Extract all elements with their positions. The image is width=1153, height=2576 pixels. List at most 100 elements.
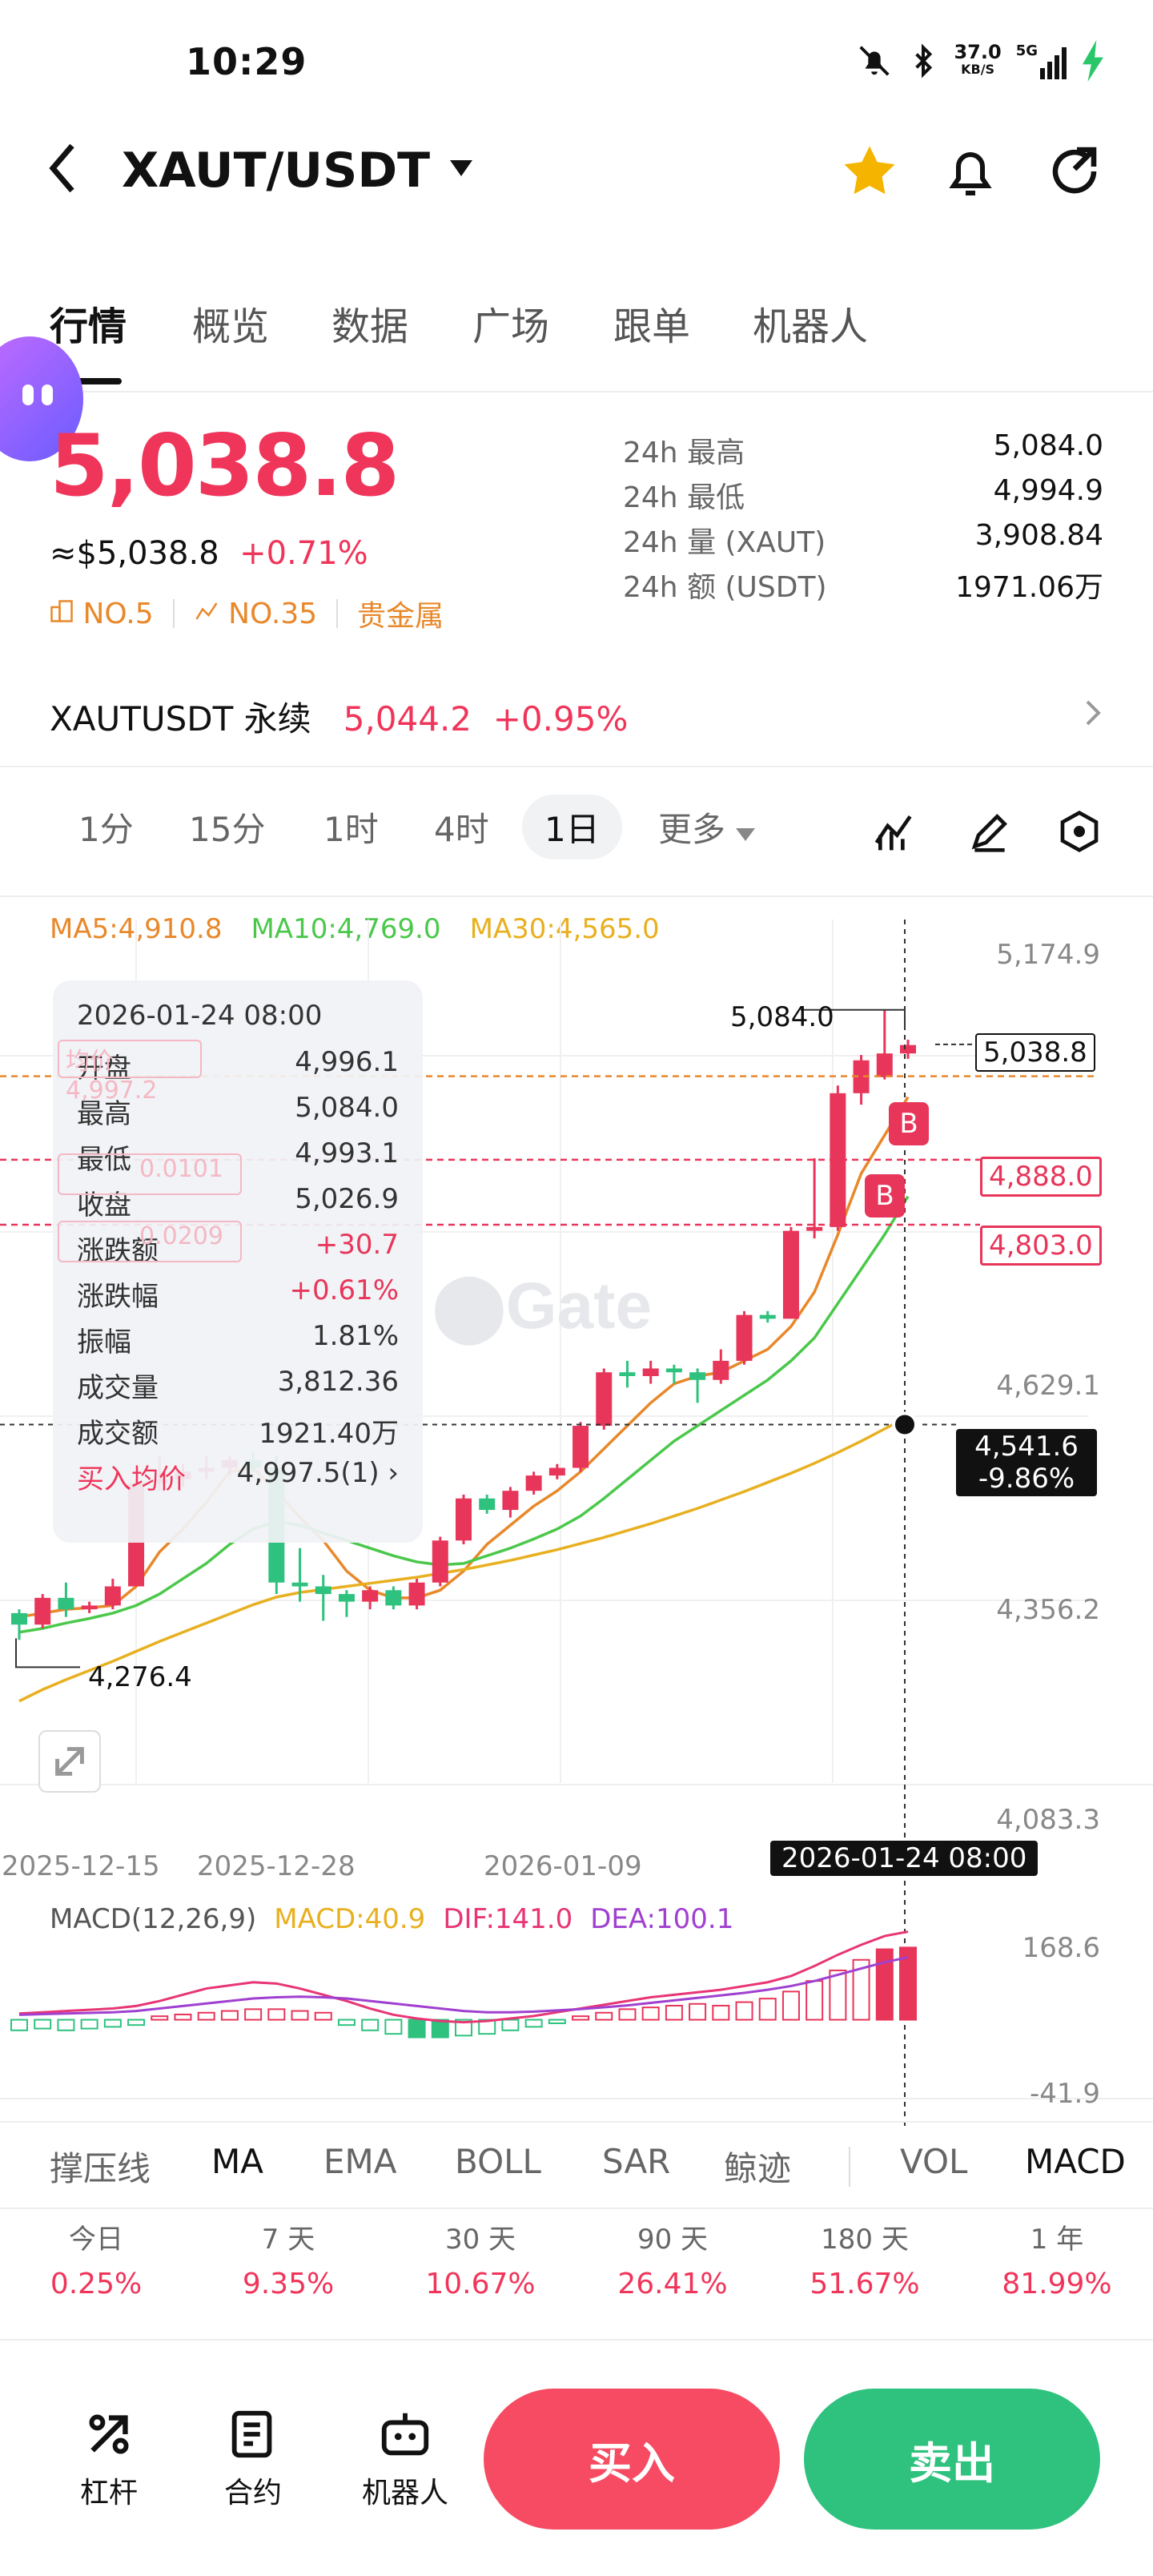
- stat-low: 24h 最低 4,994.9: [623, 474, 1103, 514]
- crosshair-date: 2026-01-24 08:00: [770, 1841, 1039, 1876]
- pair-title[interactable]: XAUT/USDT: [122, 143, 430, 199]
- interval-15m[interactable]: 15分: [189, 803, 265, 851]
- lever-icon: [89, 2414, 129, 2454]
- interval-1d[interactable]: 1日: [522, 795, 622, 859]
- tab-copytrade[interactable]: 跟单: [613, 295, 690, 351]
- candle-body: [525, 1475, 542, 1491]
- contract-button[interactable]: 合约: [205, 2406, 301, 2511]
- candle-body: [642, 1368, 659, 1377]
- hidden-order-label: 0.0101: [58, 1153, 242, 1195]
- tab-square[interactable]: 广场: [472, 295, 549, 351]
- crosshair-dot: [892, 1411, 918, 1438]
- settings-hex-icon[interactable]: [1057, 809, 1102, 854]
- macd-bar: [758, 1998, 777, 2021]
- macd-legend: MACD(12,26,9) MACD:40.9 DIF:141.0 DEA:10…: [50, 1903, 734, 1935]
- candle-body: [665, 1368, 682, 1373]
- tooltip-row: 振幅 1.81%: [77, 1320, 399, 1358]
- rank-badge[interactable]: NO.5: [50, 598, 154, 630]
- back-icon[interactable]: [48, 143, 77, 194]
- interval-more[interactable]: 更多: [658, 803, 756, 851]
- chevron-down-icon[interactable]: [450, 160, 472, 176]
- macd-bar: [361, 2019, 380, 2031]
- macd-bar: [524, 2019, 543, 2028]
- candle-body: [291, 1582, 308, 1587]
- macd-bar: [408, 2019, 426, 2039]
- charging-icon: [1083, 40, 1103, 82]
- high-mark: 5,084.0: [730, 1001, 834, 1033]
- macd-bar: [267, 2008, 286, 2021]
- buy-button[interactable]: 买入: [484, 2389, 780, 2530]
- rank-icon: [50, 599, 73, 622]
- indicator-tabs: 撑压线 MA EMA BOLL SAR 鲸迹 VOL MACD: [0, 2121, 1153, 2209]
- rank-tags: NO.5 NO.35 贵金属: [50, 593, 444, 634]
- candle-body: [502, 1491, 519, 1511]
- bell-icon[interactable]: [942, 141, 999, 202]
- divider: [0, 766, 1153, 767]
- ind-ema[interactable]: EMA: [323, 2142, 397, 2181]
- candle-body: [689, 1372, 706, 1380]
- order-line-tag[interactable]: 4,803.0: [980, 1226, 1102, 1266]
- ind-sar[interactable]: SAR: [602, 2142, 670, 2181]
- candle-body: [596, 1372, 613, 1427]
- candle-body: [456, 1498, 472, 1541]
- robot-button[interactable]: 机器人: [349, 2406, 461, 2511]
- macd-bar: [103, 2019, 122, 2028]
- ind-macd[interactable]: MACD: [1025, 2142, 1153, 2181]
- tab-data[interactable]: 数据: [331, 295, 408, 351]
- macd-bar: [501, 2019, 520, 2031]
- interval-1h[interactable]: 1时: [323, 803, 379, 851]
- stat-high: 24h 最高 5,084.0: [623, 429, 1103, 469]
- trend-icon: [195, 602, 218, 620]
- category-tag[interactable]: 贵金属: [357, 593, 444, 634]
- buy-marker[interactable]: B: [889, 1102, 929, 1145]
- perpetual-row[interactable]: XAUTUSDT 永续 5,044.2 +0.95%: [50, 692, 1103, 741]
- order-line-tag[interactable]: 4,888.0: [980, 1157, 1102, 1197]
- interval-bar: 1分 15分 1时 4时 1日 更多: [0, 785, 1153, 881]
- perf-item: 7 天 9.35%: [242, 2224, 335, 2300]
- tooltip-avg-row[interactable]: 买入均价 4,997.5(1) ›: [77, 1457, 399, 1503]
- candle-body: [11, 1612, 27, 1625]
- macd-bar: [595, 2011, 613, 2021]
- watermark: ⬤Gate: [432, 1270, 652, 1346]
- buy-marker[interactable]: B: [865, 1174, 905, 1218]
- share-icon[interactable]: [1046, 141, 1103, 202]
- macd-bar: [805, 1980, 824, 2021]
- candle-body: [572, 1426, 589, 1468]
- trend-rank-badge[interactable]: NO.35: [194, 598, 317, 630]
- candle-body: [900, 1044, 916, 1054]
- draw-pen-icon[interactable]: [967, 809, 1012, 854]
- star-icon[interactable]: [839, 143, 900, 200]
- ind-support-line[interactable]: 撑压线: [50, 2142, 151, 2191]
- ind-boll[interactable]: BOLL: [455, 2142, 541, 2181]
- hidden-order-label: 0.0209: [58, 1221, 242, 1262]
- bluetooth-icon: [915, 43, 933, 78]
- fullscreen-button[interactable]: [38, 1730, 101, 1793]
- macd-bar: [689, 2002, 707, 2021]
- clock: 10:29: [186, 40, 307, 83]
- macd-bar: [80, 2019, 98, 2030]
- expand-icon: [55, 1747, 84, 1776]
- tab-robot[interactable]: 机器人: [753, 295, 868, 351]
- divider: [849, 2147, 850, 2187]
- tab-market[interactable]: 行情: [50, 295, 127, 351]
- candle-body: [806, 1226, 823, 1231]
- ind-whale[interactable]: 鲸迹: [724, 2142, 791, 2191]
- ind-ma[interactable]: MA: [211, 2142, 263, 2181]
- indicator-icon[interactable]: [873, 809, 918, 854]
- x-tick: 2025-12-15: [2, 1850, 160, 1882]
- interval-4h[interactable]: 4时: [434, 803, 489, 851]
- y-tick: 4,083.3: [996, 1804, 1100, 1836]
- lever-button[interactable]: 杠杆: [61, 2406, 157, 2511]
- price-approx: ≈$5,038.8 +0.71%: [50, 535, 368, 572]
- y-tick: 5,174.9: [996, 939, 1100, 971]
- tab-overview[interactable]: 概览: [192, 295, 269, 351]
- sell-button[interactable]: 卖出: [804, 2389, 1100, 2530]
- net-speed: 37.0 KB/S: [954, 41, 1002, 77]
- macd-bar: [712, 2004, 730, 2021]
- interval-1m[interactable]: 1分: [78, 803, 134, 851]
- candle-body: [432, 1540, 448, 1583]
- macd-bar: [641, 2006, 660, 2021]
- ind-vol[interactable]: VOL: [900, 2142, 967, 2181]
- macd-bar: [875, 1948, 894, 2021]
- perf-item: 30 天 10.67%: [425, 2224, 536, 2300]
